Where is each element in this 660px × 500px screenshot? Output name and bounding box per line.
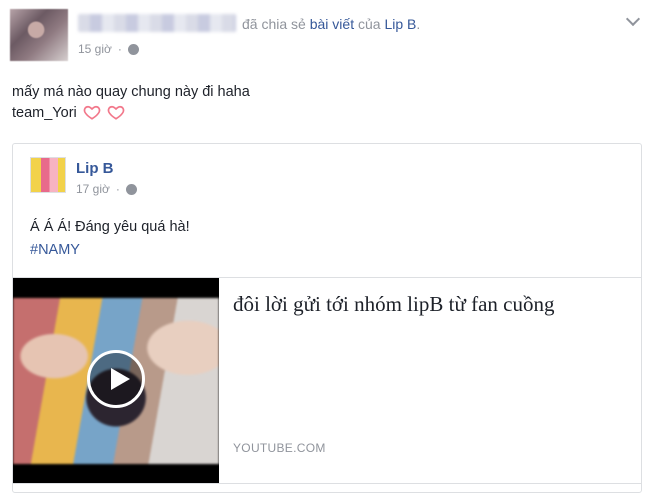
share-suffix: . bbox=[416, 16, 421, 32]
share-middle: của bbox=[354, 16, 385, 32]
post-text: mấy má nào quay chung này đi haha team_Y… bbox=[12, 82, 250, 124]
shared-post-time[interactable]: 17 giờ bbox=[76, 182, 110, 196]
video-thumbnail[interactable] bbox=[13, 278, 219, 483]
play-button-icon[interactable] bbox=[87, 350, 145, 408]
page-avatar[interactable] bbox=[30, 157, 66, 193]
post-meta: 15 giờ · bbox=[78, 42, 139, 56]
globe-icon[interactable] bbox=[127, 43, 139, 55]
link-domain: YOUTUBE.COM bbox=[233, 441, 326, 455]
link-title[interactable]: đôi lời gửi tới nhóm lipB từ fan cuồng bbox=[233, 292, 628, 317]
author-avatar[interactable] bbox=[10, 9, 68, 61]
shared-post-text: Á Á Á! Đáng yêu quá hà! #NAMY bbox=[30, 216, 190, 262]
hashtag-link[interactable]: #NAMY bbox=[30, 239, 190, 262]
share-line: đã chia sẻ bài viết của Lip B. bbox=[242, 16, 420, 32]
share-prefix: đã chia sẻ bbox=[242, 16, 310, 32]
post-time[interactable]: 15 giờ bbox=[78, 42, 112, 56]
post-line-1: mấy má nào quay chung này đi haha bbox=[12, 84, 250, 100]
separator-dot: · bbox=[115, 182, 120, 196]
shared-post-link[interactable]: bài viết bbox=[310, 16, 354, 32]
heart-icon bbox=[83, 105, 101, 120]
globe-icon[interactable] bbox=[125, 183, 137, 195]
post-line-2: team_Yori bbox=[12, 103, 250, 124]
post-line-2-text: team_Yori bbox=[12, 105, 77, 121]
author-name-blurred[interactable] bbox=[78, 14, 236, 32]
separator-dot: · bbox=[117, 42, 122, 56]
chevron-down-icon[interactable] bbox=[625, 11, 641, 27]
shared-page-link[interactable]: Lip B bbox=[384, 16, 416, 32]
heart-icon bbox=[107, 105, 125, 120]
shared-post-meta: 17 giờ · bbox=[76, 182, 137, 196]
shared-text-line: Á Á Á! Đáng yêu quá hà! bbox=[30, 219, 190, 235]
page-name[interactable]: Lip B bbox=[76, 160, 114, 177]
